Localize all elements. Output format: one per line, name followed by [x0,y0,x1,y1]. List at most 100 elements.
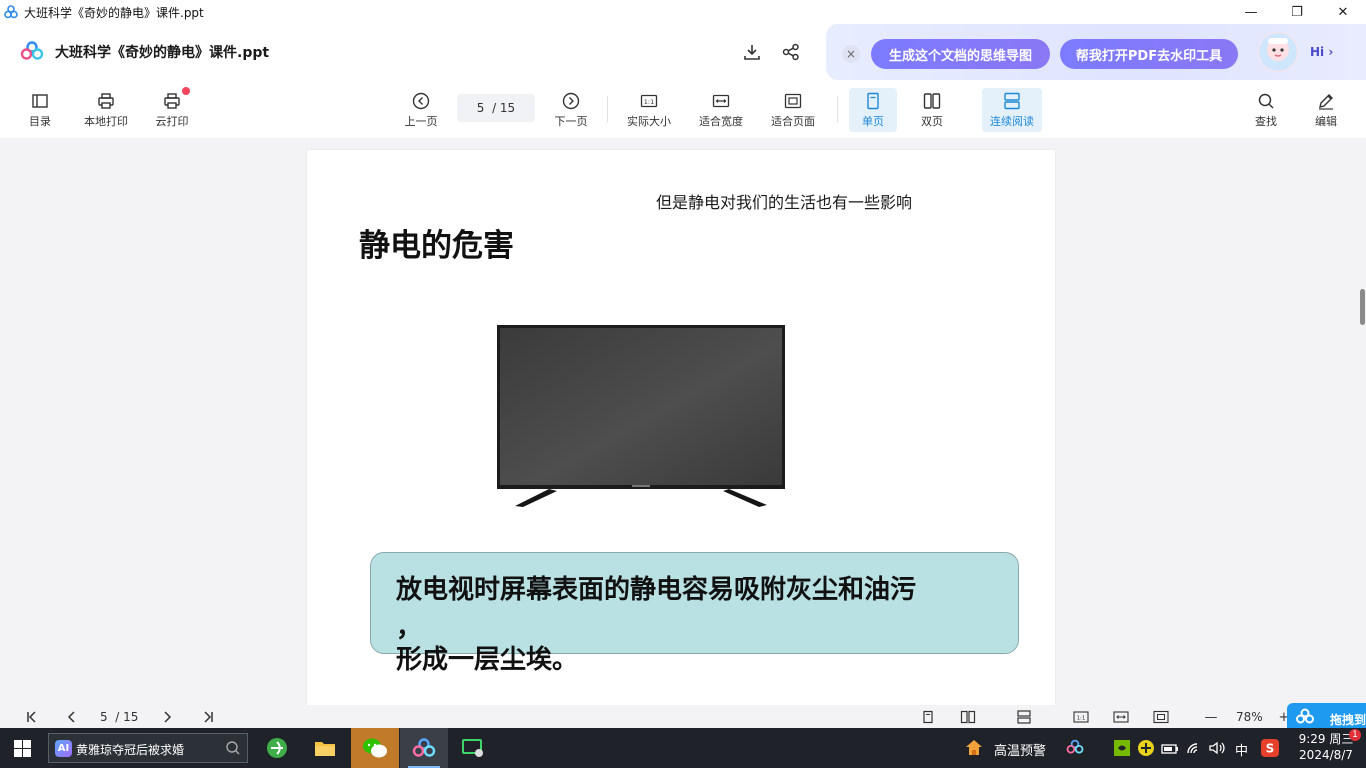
battery-icon[interactable] [1161,740,1179,756]
fit-page-icon[interactable] [1153,709,1169,725]
find-button[interactable]: 查找 [1250,88,1282,132]
page-current: 5 [476,101,485,115]
app-logo-icon [4,5,18,19]
notification-badge[interactable]: 1 [1349,729,1361,741]
fit-width-icon [712,94,730,108]
television-image [497,325,785,507]
double-page-button[interactable]: 双页 [910,88,954,132]
actual-size-icon: 1:1 [640,94,658,108]
weather-alert-text[interactable]: 高温预警 [994,740,1046,759]
browser-icon [267,738,287,758]
wechat-icon [363,738,387,758]
share-icon[interactable] [781,42,801,62]
slide-subtitle: 但是静电对我们的生活也有一些影响 [656,193,913,212]
pdf-watermark-suggestion-button[interactable]: 帮我打开PDF去水印工具 [1060,39,1238,69]
fit-width-icon[interactable] [1113,709,1129,725]
single-page-button[interactable]: 单页 [849,88,897,132]
next-page-button[interactable]: 下一页 [550,88,592,132]
next-page-icon[interactable] [159,709,175,725]
drag-promo-badge[interactable]: 拖拽到 [1287,703,1366,729]
continuous-view-icon[interactable] [1016,709,1032,725]
plus-circle-icon[interactable] [1137,739,1155,757]
nvidia-icon[interactable] [1114,740,1130,756]
edit-label: 编辑 [1315,115,1337,128]
fit-page-icon [784,93,802,109]
actual-size-icon[interactable]: 1:1 [1073,709,1089,725]
double-page-view-icon[interactable] [960,709,976,725]
window-controls: — ❐ ✕ [1228,0,1366,24]
double-page-icon [923,93,941,109]
cloud-print-label: 云打印 [155,115,189,128]
svg-text:1:1: 1:1 [644,98,654,106]
status-page-current: 5 [100,710,108,724]
search-query-text: 黄雅琼夺冠后被求婚 [76,743,185,757]
status-page-indicator[interactable]: 5 / 15 [100,710,138,724]
actual-size-button[interactable]: 1:1 实际大小 [622,88,676,132]
page-number-input[interactable]: 5 / 15 [457,94,535,122]
continuous-reading-icon [1004,92,1020,110]
local-print-label: 本地打印 [84,115,128,128]
title-bar: 大班科学《奇妙的静电》课件.ppt — ❐ ✕ [0,0,1366,24]
vertical-scrollbar-thumb[interactable] [1360,289,1365,325]
document-title: 大班科学《奇妙的静电》课件.ppt [55,45,270,61]
taskbar-reader-app[interactable] [400,728,448,768]
astronaut-avatar-icon [1259,33,1297,71]
zoom-out-button[interactable]: — [1203,709,1219,725]
system-clock[interactable]: 9:29 周三 2024/8/7 [1296,731,1356,763]
drag-promo-text: 拖拽到 [1330,713,1366,727]
screen-capture-icon [462,739,483,757]
toolbar-divider [837,96,838,122]
download-icon[interactable] [742,42,762,62]
windows-start-icon[interactable] [14,740,31,757]
folder-icon [315,742,335,756]
cloud-printer-icon [164,93,180,109]
double-page-label: 双页 [921,115,943,128]
prev-page-label: 上一页 [404,115,438,128]
document-header: 大班科学《奇妙的静电》课件.ppt × 生成这个文档的思维导图 帮我打开PDF去… [0,24,1366,80]
actual-size-label: 实际大小 [627,115,671,128]
taskbar-wechat-app[interactable] [351,728,399,768]
zoom-level[interactable]: 78% [1236,710,1263,724]
sogou-input-icon[interactable]: S [1261,739,1279,757]
fit-page-button[interactable]: 适合页面 [766,88,820,132]
printer-icon [98,93,114,109]
fit-width-label: 适合宽度 [699,115,743,128]
next-page-label: 下一页 [554,115,588,128]
ai-avatar[interactable] [1258,32,1298,72]
page-total: / 15 [492,101,516,115]
warning-weather-icon [966,740,982,755]
app-logo-icon [1296,708,1314,724]
single-page-view-icon[interactable] [920,709,936,725]
continuous-reading-label: 连续阅读 [990,115,1034,128]
mindmap-suggestion-button[interactable]: 生成这个文档的思维导图 [871,39,1050,69]
minimize-button[interactable]: — [1228,0,1274,24]
callout-text-line-1: 放电视时屏幕表面的静电容易吸附灰尘和油污 [396,575,917,605]
fit-page-label: 适合页面 [771,115,815,128]
status-bar: 5 / 15 1:1 — 78% + [0,705,1366,729]
taskbar-screen-app[interactable] [449,728,497,768]
clock-time: 9:29 周三 [1298,732,1354,746]
prev-page-button[interactable]: 上一页 [400,88,442,132]
taskbar-browser-app[interactable] [253,728,301,768]
ai-panel-close-button[interactable]: × [842,45,860,63]
local-print-button[interactable]: 本地打印 [80,88,132,132]
wifi-icon[interactable] [1186,739,1204,757]
fit-width-button[interactable]: 适合宽度 [694,88,748,132]
edit-button[interactable]: 编辑 [1310,88,1342,132]
last-page-icon[interactable] [200,709,216,725]
prev-page-icon[interactable] [64,709,80,725]
callout-text-line-3: 形成一层尘埃。 [396,645,579,675]
ime-indicator[interactable]: 中 [1235,740,1248,759]
volume-icon[interactable] [1208,739,1226,757]
continuous-reading-button[interactable]: 连续阅读 [982,88,1042,132]
restore-button[interactable]: ❐ [1274,0,1320,24]
first-page-icon[interactable] [24,709,40,725]
ai-hi-link[interactable]: Hi › [1310,45,1333,59]
app-logo-icon [412,738,436,757]
app-tray-icon[interactable] [1066,739,1084,755]
taskbar-file-explorer-app[interactable] [301,728,349,768]
taskbar-search-box[interactable]: AI 黄雅琼夺冠后被求婚 [48,733,248,763]
close-button[interactable]: ✕ [1320,0,1366,24]
svg-text:1:1: 1:1 [1077,716,1086,722]
toc-button[interactable]: 目录 [24,88,56,132]
